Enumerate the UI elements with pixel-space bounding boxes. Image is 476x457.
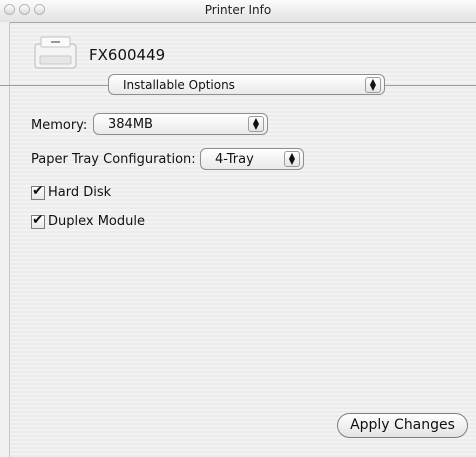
up-down-arrows-icon: ▲ ▼ bbox=[365, 77, 381, 93]
apply-changes-button[interactable]: Apply Changes bbox=[337, 413, 468, 438]
memory-label: Memory: bbox=[31, 118, 88, 133]
window-title: Printer Info bbox=[204, 3, 272, 17]
duplex-module-label: Duplex Module bbox=[48, 214, 145, 229]
duplex-module-checkbox[interactable]: ✔ bbox=[31, 212, 45, 229]
up-down-arrows-icon: ▲ ▼ bbox=[284, 151, 300, 167]
up-down-arrows-icon: ▲ ▼ bbox=[248, 116, 264, 132]
title-bar: Printer Info bbox=[0, 0, 476, 23]
window-left-edge bbox=[0, 22, 10, 457]
paper-tray-value: 4-Tray bbox=[215, 152, 254, 167]
hard-disk-label: Hard Disk bbox=[48, 185, 112, 200]
printer-name: FX600449 bbox=[89, 46, 166, 64]
printer-icon bbox=[34, 36, 77, 69]
pane-select-value: Installable Options bbox=[123, 78, 235, 92]
paper-tray-popup[interactable]: 4-Tray ▲ ▼ bbox=[200, 148, 304, 170]
memory-popup[interactable]: 384MB ▲ ▼ bbox=[93, 113, 268, 135]
memory-value: 384MB bbox=[108, 117, 153, 132]
checkmark-icon: ✔ bbox=[32, 212, 44, 228]
hard-disk-checkbox[interactable]: ✔ bbox=[31, 183, 45, 200]
paper-tray-label: Paper Tray Configuration: bbox=[31, 152, 196, 167]
pane-select-popup[interactable]: Installable Options ▲ ▼ bbox=[108, 74, 385, 95]
checkmark-icon: ✔ bbox=[32, 183, 44, 199]
